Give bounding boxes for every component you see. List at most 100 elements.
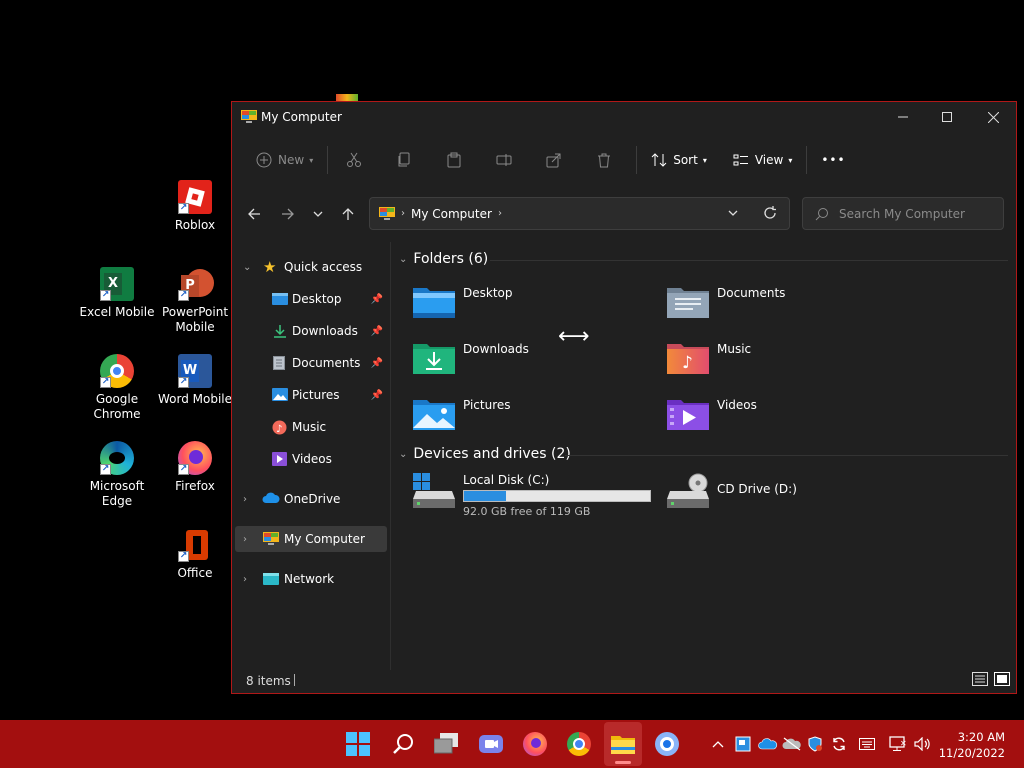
sidebar-item-label: Network [284,572,335,586]
tray-app-icon[interactable] [735,736,751,752]
rename-button[interactable] [482,144,532,176]
folder-desktop[interactable]: Desktop [413,284,513,318]
svg-text:✕: ✕ [900,739,907,748]
tray-keyboard-icon[interactable] [858,736,876,752]
sort-button[interactable]: Sort ▾ [641,144,717,176]
cut-button[interactable] [332,144,382,176]
sidebar-item-pictures[interactable]: Pictures 📌 [235,382,387,408]
chromium-taskbar-button[interactable] [653,730,681,758]
search-input[interactable]: Search My Computer [839,207,965,221]
refresh-button[interactable] [763,206,777,223]
tiles-view-button[interactable] [994,672,1010,689]
clock[interactable]: 3:20 AM 11/20/2022 [939,729,1005,761]
more-options-button[interactable]: ••• [811,144,855,176]
desktop-icon-powerpoint[interactable]: P ↗ PowerPoint Mobile [155,267,235,335]
delete-button[interactable] [582,144,632,176]
drives-section-header[interactable]: ⌄ Devices and drives (2) [399,446,571,462]
search-box[interactable]: Search My Computer [802,197,1004,230]
pictures-icon [272,388,288,402]
minimize-button[interactable] [880,102,926,132]
tray-network-icon[interactable]: ✕ [888,736,908,752]
paste-button[interactable] [432,144,482,176]
folder-pictures[interactable]: Pictures [413,396,511,430]
tray-onedrive-offline-icon[interactable] [782,736,802,752]
desktop-icon-edge[interactable]: ↗ Microsoft Edge [77,441,157,509]
desktop-icon-office[interactable]: ↗ Office [155,528,235,581]
folder-name: Pictures [463,398,511,412]
share-button[interactable] [532,144,582,176]
folders-section-header[interactable]: ⌄ Folders (6) [399,251,488,267]
pane-splitter[interactable] [390,242,391,670]
new-button[interactable]: New ▾ [246,144,323,176]
pin-icon[interactable]: 📌 [371,358,383,369]
chevron-down-icon[interactable]: ⌄ [243,262,251,273]
desktop-icon-firefox[interactable]: ↗ Firefox [155,441,235,494]
forward-button[interactable] [276,202,300,226]
tray-volume-icon[interactable] [913,736,933,752]
copy-button[interactable] [382,144,432,176]
desktop-icon-label: PowerPoint Mobile [161,305,229,334]
folder-icon [611,736,635,754]
breadcrumb-my-computer[interactable]: My Computer [411,207,492,221]
address-history-button[interactable] [727,207,739,222]
show-hidden-icons-button[interactable] [711,736,725,752]
details-view-button[interactable] [972,672,988,689]
window-title: My Computer [261,110,342,124]
close-button[interactable] [970,102,1016,132]
desktop-icon-chrome[interactable]: ↗ Google Chrome [77,354,157,422]
tray-onedrive-icon[interactable] [758,736,778,752]
chrome-taskbar-button[interactable] [565,730,593,758]
up-button[interactable] [336,202,360,226]
windows-logo-icon [346,732,370,756]
start-button[interactable] [344,730,372,758]
teams-chat-button[interactable] [477,730,505,758]
sidebar-item-downloads[interactable]: Downloads 📌 [235,318,387,344]
documents-folder-icon [667,284,709,318]
desktop-icon-roblox[interactable]: ↗ Roblox [155,180,235,233]
breadcrumb-separator-icon[interactable]: › [498,208,502,219]
music-folder-icon: ♪ [667,340,709,374]
file-explorer-taskbar-button[interactable] [604,722,642,766]
folder-videos[interactable]: Videos [667,396,757,430]
title-bar[interactable]: My Computer [232,102,1016,132]
back-button[interactable] [242,202,266,226]
search-button[interactable] [389,730,417,758]
chevron-right-icon[interactable]: › [243,574,247,585]
sidebar-item-my-computer[interactable]: › My Computer [235,526,387,552]
sidebar-item-network[interactable]: › Network [235,566,387,592]
desktop-icon-excel[interactable]: X ↗ Excel Mobile [77,267,157,320]
sidebar-item-documents[interactable]: Documents 📌 [235,350,387,376]
sidebar-item-quick-access[interactable]: ⌄ ★ Quick access [235,254,387,280]
sidebar-item-videos[interactable]: Videos [235,446,387,472]
task-view-button[interactable] [433,730,461,758]
svg-text:♪: ♪ [276,424,282,435]
firefox-icon: ↗ [178,441,212,475]
pin-icon[interactable]: 📌 [371,294,383,305]
pin-icon[interactable]: 📌 [371,326,383,337]
desktop-icon-word[interactable]: W ↗ Word Mobile [155,354,235,407]
tray-security-icon[interactable] [806,736,824,752]
pin-icon[interactable]: 📌 [371,390,383,401]
sidebar-item-onedrive[interactable]: › OneDrive [235,486,387,512]
view-button[interactable]: View ▾ [723,144,803,176]
chevron-down-icon: ⌄ [399,448,408,460]
maximize-button[interactable] [924,102,970,132]
folder-documents[interactable]: Documents [667,284,785,318]
tray-sync-icon[interactable] [830,736,848,752]
arrow-right-icon [282,208,294,220]
plus-circle-icon [256,152,272,168]
chevron-right-icon[interactable]: › [243,494,247,505]
sidebar-item-desktop[interactable]: Desktop 📌 [235,286,387,312]
address-bar[interactable]: › My Computer › [369,197,790,230]
desktop-icon-label: Office [177,566,213,580]
firefox-taskbar-button[interactable] [521,730,549,758]
chevron-down-icon: ▾ [702,155,707,165]
chevron-right-icon[interactable]: › [243,534,247,545]
breadcrumb-separator-icon[interactable]: › [401,208,405,219]
drive-name: Local Disk (C:) [463,473,550,487]
folder-downloads[interactable]: Downloads [413,340,529,374]
desktop-folder-icon [413,284,455,318]
recent-locations-button[interactable] [306,202,330,226]
sidebar-item-music[interactable]: ♪ Music [235,414,387,440]
folder-music[interactable]: ♪ Music [667,340,751,374]
